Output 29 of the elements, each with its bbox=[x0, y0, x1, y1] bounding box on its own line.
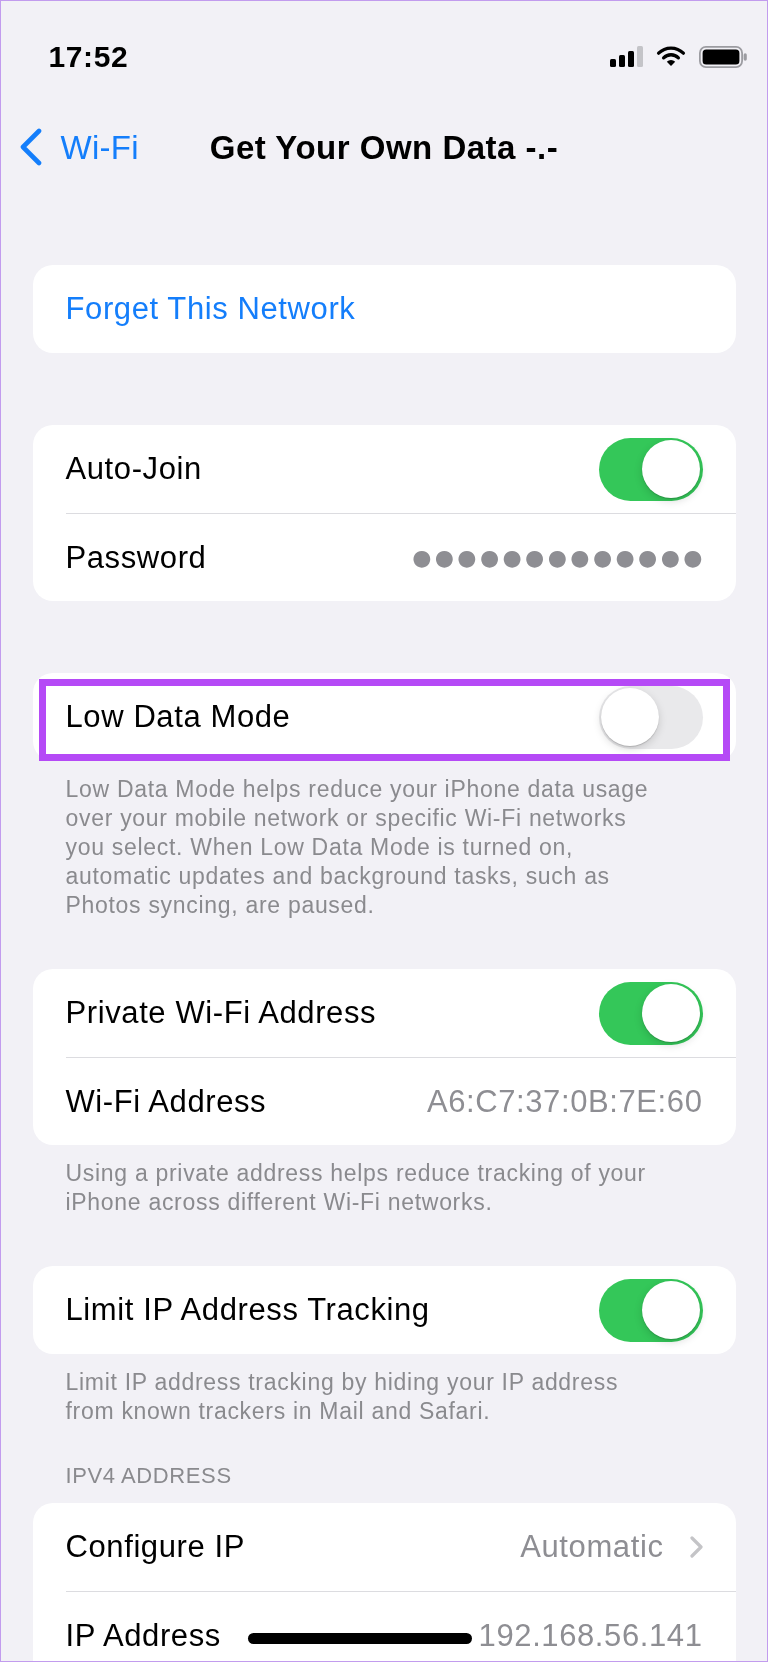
back-button[interactable]: Wi-Fi bbox=[18, 128, 139, 166]
section-footer: Low Data Mode helps reduce your iPhone data usage over your mobile network or specific Wi-Fi networks you select. When Low Data Mode is turned on, automatic updates and background tasks, such as Photos syncing, are paused. bbox=[65, 761, 666, 920]
setting-value: 192.168.56.141 bbox=[478, 1617, 703, 1654]
action-link[interactable]: Forget This Network bbox=[65, 291, 356, 327]
section-footer: Using a private address helps reduce tracking of your iPhone across different Wi-Fi networks. bbox=[65, 1145, 666, 1217]
wifi-icon bbox=[655, 46, 686, 67]
battery-icon bbox=[698, 45, 747, 68]
chevron-left-icon bbox=[18, 128, 42, 166]
masked-password: ●●●●●●●●●●●●● bbox=[412, 546, 706, 569]
status-time: 17:52 bbox=[48, 41, 129, 72]
setting-label: Password bbox=[65, 539, 207, 576]
setting-label: Private Wi-Fi Address bbox=[65, 995, 377, 1031]
setting-label: Auto-Join bbox=[65, 451, 202, 487]
setting-value: Automatic bbox=[520, 1529, 664, 1565]
section-footer: Limit IP address tracking by hiding your IP address from known trackers in Mail and Safari. bbox=[65, 1354, 666, 1426]
signal-bars-icon bbox=[609, 46, 643, 67]
setting-label: Limit IP Address Tracking bbox=[65, 1292, 430, 1328]
section-header: IPV4 ADDRESS bbox=[65, 1462, 232, 1490]
setting-label[interactable]: Configure IP bbox=[65, 1529, 246, 1565]
toggle-switch[interactable] bbox=[598, 685, 703, 749]
setting-label: Low Data Mode bbox=[65, 699, 291, 735]
toggle-switch[interactable] bbox=[598, 1278, 703, 1342]
toggle-switch[interactable] bbox=[598, 437, 703, 501]
setting-label: Wi-Fi Address bbox=[65, 1083, 267, 1120]
setting-label: IP Address bbox=[65, 1617, 221, 1654]
toggle-switch[interactable] bbox=[598, 981, 703, 1045]
setting-value: A6:C7:37:0B:7E:60 bbox=[426, 1083, 703, 1120]
chevron-right-icon[interactable] bbox=[689, 1536, 703, 1558]
nav-title: Get Your Own Data -.- bbox=[209, 130, 559, 164]
